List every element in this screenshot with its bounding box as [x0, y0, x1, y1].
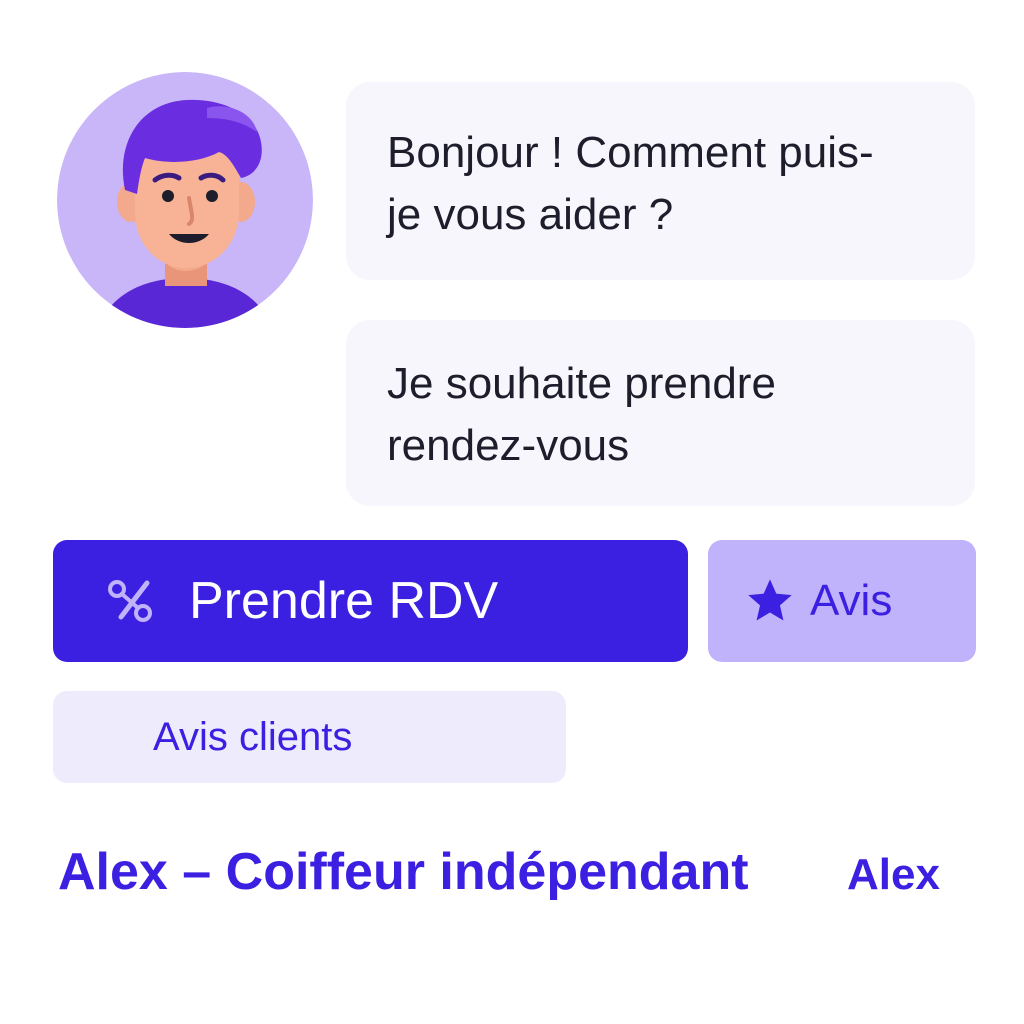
avatar-illustration: [57, 72, 313, 328]
message-line: Je souhaite prendre: [387, 359, 776, 408]
book-appointment-label: Prendre RDV: [189, 572, 499, 630]
business-title: Alex – Coiffeur indépendant: [58, 843, 749, 901]
book-appointment-button[interactable]: Prendre RDV: [53, 540, 688, 662]
business-name: Alex: [847, 850, 940, 899]
client-reviews-label: Avis clients: [153, 714, 353, 759]
message-line: rendez-vous: [387, 421, 630, 470]
star-icon: [744, 575, 796, 627]
chat-message-request: Je souhaite prendre rendez-vous: [346, 320, 975, 506]
message-line: Bonjour ! Comment puis-: [387, 128, 874, 177]
reviews-label: Avis: [810, 576, 893, 625]
chat-message-greeting: Bonjour ! Comment puis- je vous aider ?: [346, 82, 975, 280]
reviews-button[interactable]: Avis: [708, 540, 976, 662]
avatar: [57, 72, 313, 328]
message-line: je vous aider ?: [387, 190, 674, 239]
client-reviews-button[interactable]: Avis clients: [53, 691, 566, 783]
scissors-icon: [103, 573, 159, 629]
